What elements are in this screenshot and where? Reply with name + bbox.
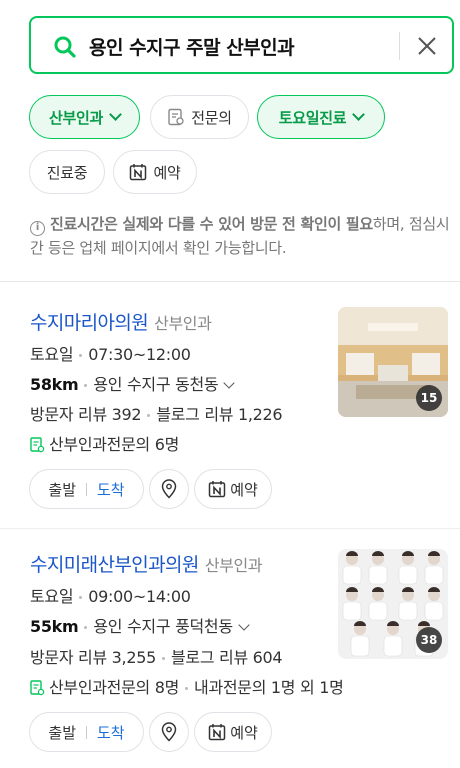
map-pin-icon [161, 479, 177, 499]
map-pin-button[interactable] [149, 469, 189, 509]
filter-chip-reservation[interactable]: 예약 [113, 150, 197, 194]
filter-chip-specialist[interactable]: 전문의 [150, 95, 249, 139]
specialist-icon [30, 437, 45, 457]
divider [0, 281, 460, 282]
result-category: 산부인과 [154, 314, 212, 333]
result-hours: 토요일 07:30~12:00 [30, 345, 191, 364]
result-reviews[interactable]: 방문자 리뷰 3,255 블로그 리뷰 604 [30, 644, 283, 668]
filter-chip-label: 토요일진료 [278, 108, 347, 127]
notice-bold: 진료시간은 실제와 다를 수 있어 방문 전 확인이 필요 [50, 215, 373, 233]
close-icon[interactable] [416, 35, 438, 57]
chevron-down-icon [223, 377, 235, 389]
reserve-button[interactable]: 예약 [194, 469, 272, 509]
filter-chip-label: 진료중 [46, 163, 88, 182]
naver-reservation-icon [208, 723, 226, 741]
directions-button[interactable]: 출발 도착 [29, 469, 144, 509]
specialist-icon [30, 680, 45, 700]
map-pin-icon [161, 722, 177, 742]
result-location[interactable]: 58km 용인 수지구 동천동 [30, 371, 235, 395]
result-photo[interactable]: 15 [338, 307, 448, 417]
map-pin-button[interactable] [149, 712, 189, 752]
result-hours: 토요일 09:00~14:00 [30, 587, 191, 606]
filter-chip-label: 산부인과 [48, 108, 103, 127]
specialist-icon [167, 108, 185, 126]
chevron-down-icon [238, 619, 250, 631]
search-divider [399, 32, 400, 60]
arrive-button[interactable]: 도착 [97, 479, 125, 500]
filter-chip-obgyn[interactable]: 산부인과 [29, 95, 140, 139]
arrive-button[interactable]: 도착 [97, 722, 125, 743]
result-location[interactable]: 55km 용인 수지구 풍덕천동 [30, 613, 250, 637]
naver-reservation-icon [208, 480, 226, 498]
search-input[interactable]: 용인 수지구 주말 산부인과 [89, 33, 295, 60]
result-specialists: 산부인과전문의 8명 내과전문의 1명 외 1명 [30, 674, 344, 700]
directions-button[interactable]: 출발 도착 [29, 712, 144, 752]
filter-chip-label: 전문의 [191, 108, 232, 127]
result-reviews[interactable]: 방문자 리뷰 392 블로그 리뷰 1,226 [30, 401, 283, 425]
filter-chip-open-now[interactable]: 진료중 [29, 150, 105, 194]
depart-button[interactable]: 출발 [48, 722, 76, 743]
naver-reservation-icon [129, 163, 147, 181]
search-box[interactable]: 용인 수지구 주말 산부인과 [29, 16, 454, 74]
depart-button[interactable]: 출발 [48, 479, 76, 500]
reserve-button[interactable]: 예약 [194, 712, 272, 752]
filter-chip-label: 예약 [153, 163, 181, 182]
photo-count-badge: 38 [416, 627, 442, 653]
hours-notice: i 진료시간은 실제와 다를 수 있어 방문 전 확인이 필요하며, 점심시간 등… [30, 212, 450, 260]
result-photo[interactable]: 38 [338, 549, 448, 659]
search-icon[interactable] [53, 35, 77, 59]
chevron-down-icon [109, 108, 122, 121]
result-category: 산부인과 [204, 556, 263, 575]
chevron-down-icon [352, 108, 366, 121]
result-name-link[interactable]: 수지마리아의원 산부인과 [30, 308, 212, 335]
photo-count-badge: 15 [416, 385, 442, 411]
divider [0, 528, 460, 529]
result-name-link[interactable]: 수지미래산부인과의원 산부인과 [30, 550, 262, 577]
info-icon: i [30, 221, 45, 236]
filter-chip-saturday[interactable]: 토요일진료 [257, 95, 385, 139]
result-specialists: 산부인과전문의 6명 [30, 431, 179, 457]
